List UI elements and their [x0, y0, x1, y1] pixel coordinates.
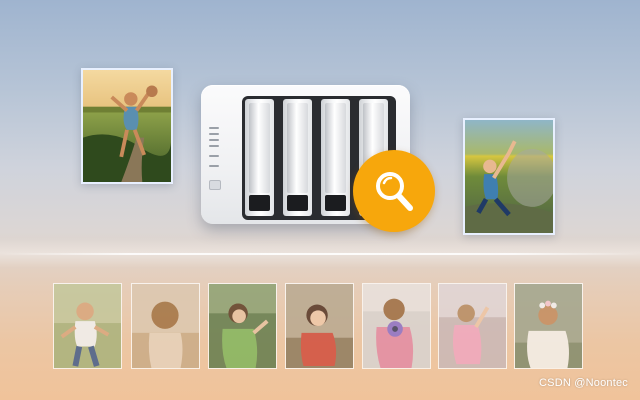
status-led: [209, 155, 219, 157]
girl-flower-crown-photo-icon: [515, 284, 582, 368]
child-sitting-photo-icon: [465, 120, 553, 233]
drive-bay: [245, 99, 274, 216]
girl-back-view-photo-icon: [132, 284, 199, 368]
thumbnail-photo: [208, 283, 277, 369]
thumbnail-photo: [362, 283, 431, 369]
status-led: [209, 133, 219, 135]
status-led: [209, 165, 219, 167]
horizon-line: [0, 253, 640, 255]
nas-status-panel: [207, 125, 221, 195]
thumbnail-photo: [285, 283, 354, 369]
watermark-text: CSDN @Noontec: [539, 377, 628, 389]
status-led: [209, 139, 219, 141]
thumbnail-photo: [438, 283, 507, 369]
thumbnail-photo: [131, 283, 200, 369]
magnifier-icon: [376, 172, 413, 211]
child-playing-photo-icon: [83, 70, 171, 182]
thumbnail-photo: [53, 283, 122, 369]
girl-green-coat-photo-icon: [209, 284, 276, 368]
featured-photo-right: [463, 118, 555, 235]
girl-with-camera-photo-icon: [363, 284, 430, 368]
boy-running-photo-icon: [54, 284, 121, 368]
girl-red-shirt-photo-icon: [286, 284, 353, 368]
search-badge: [353, 150, 435, 232]
drive-bay: [283, 99, 312, 216]
status-led: [209, 127, 219, 129]
power-button: [209, 180, 221, 190]
status-led: [209, 145, 219, 147]
featured-photo-left: [81, 68, 173, 184]
drive-bay: [321, 99, 350, 216]
thumbnail-photo: [514, 283, 583, 369]
girl-pink-dress-photo-icon: [439, 284, 506, 368]
